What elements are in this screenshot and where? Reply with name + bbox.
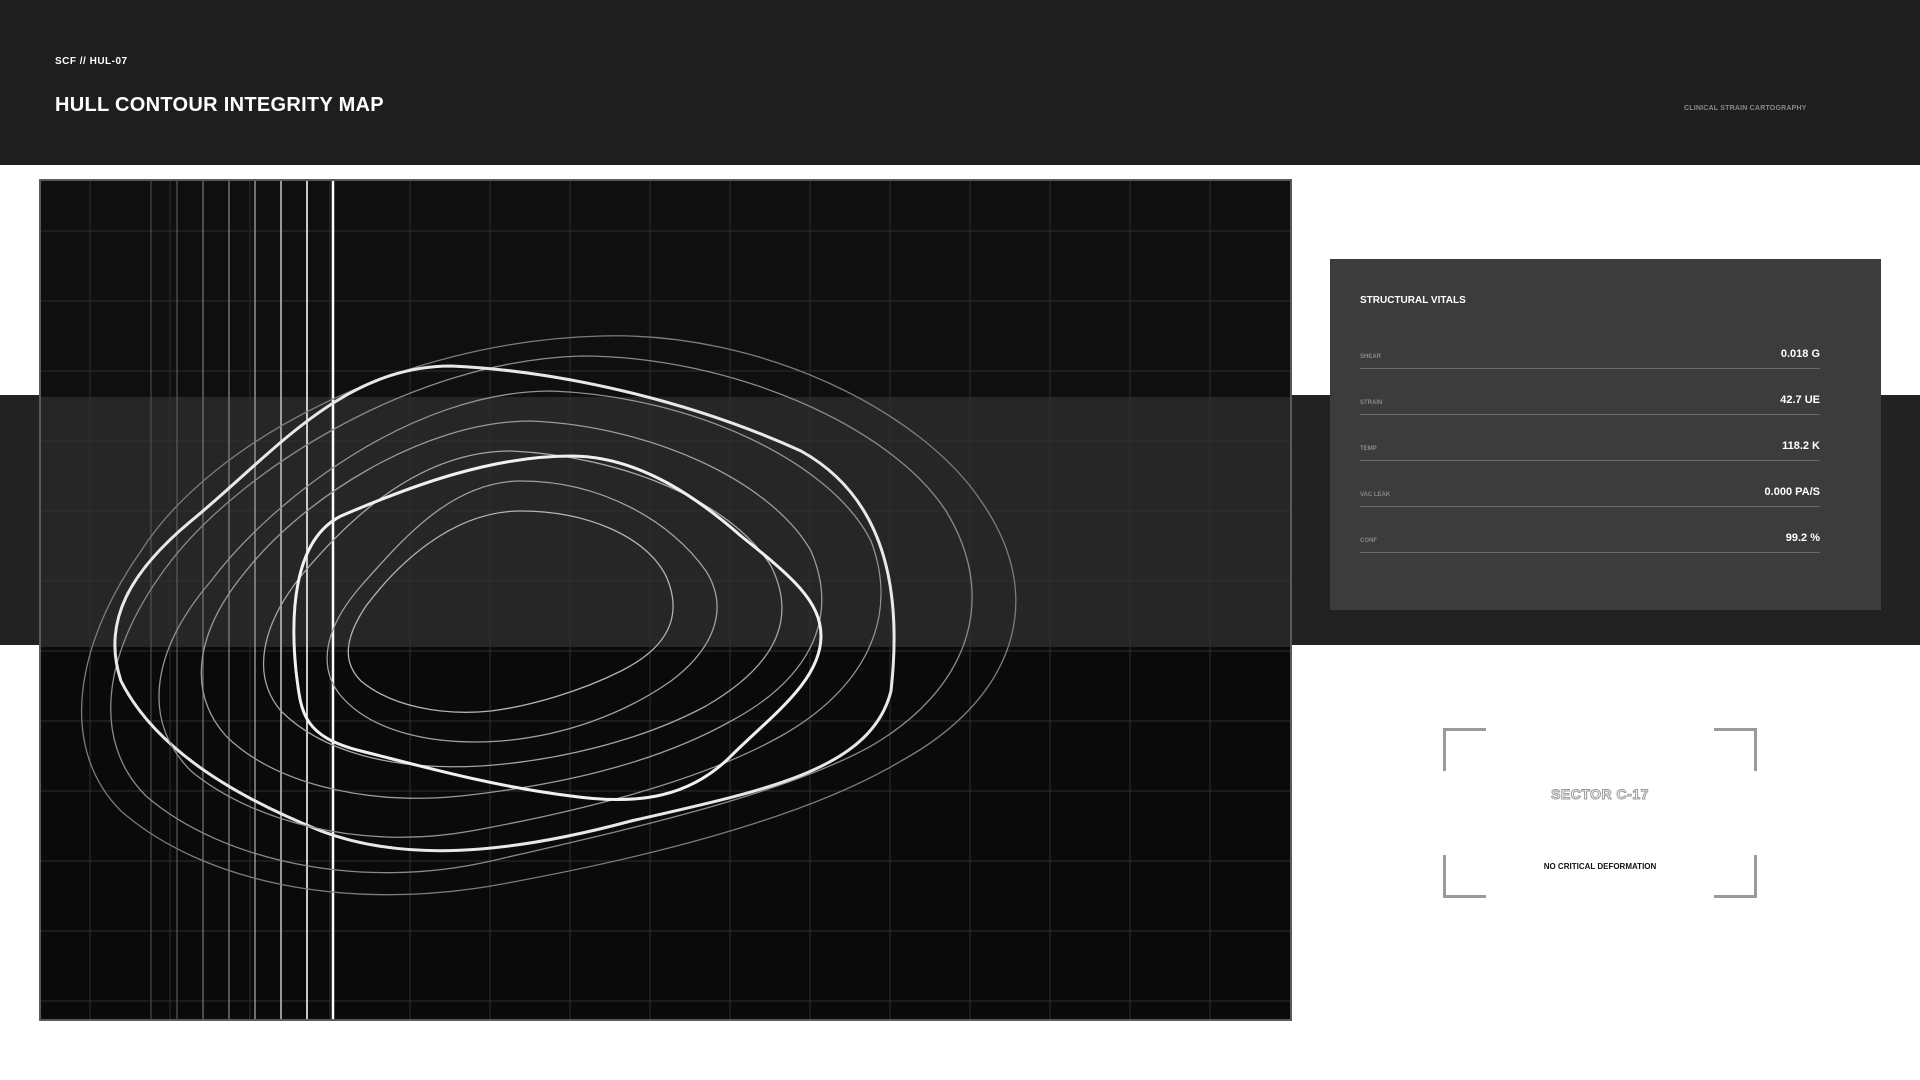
system-code: SCF // HUL-07 [55, 56, 128, 67]
page-title: HULL CONTOUR INTEGRITY MAP [55, 94, 384, 116]
vital-value: 99.2 % [1785, 532, 1820, 544]
header-bar: SCF // HUL-07 HULL CONTOUR INTEGRITY MAP… [0, 0, 1920, 165]
sector-indicator: SECTOR C-17 NO CRITICAL DEFORMATION [1443, 728, 1757, 898]
vital-value: 0.000 PA/S [1764, 486, 1820, 498]
vitals-title: STRUCTURAL VITALS [1360, 295, 1466, 306]
header-tag: CLINICAL STRAIN CARTOGRAPHY [1684, 105, 1807, 112]
vital-label: SHEAR [1360, 354, 1382, 360]
vital-row-temp: TEMP 118.2 K [1360, 432, 1820, 461]
vital-value: 0.018 G [1780, 348, 1820, 360]
vital-label: VAC LEAK [1360, 492, 1391, 498]
structural-vitals-panel: STRUCTURAL VITALS SHEAR 0.018 G STRAIN 4… [1330, 259, 1881, 610]
corner-bracket [1443, 728, 1486, 771]
sector-name: SECTOR C-17 [1551, 786, 1649, 803]
contour-map[interactable] [39, 179, 1292, 1021]
vital-label: STRAIN [1360, 400, 1383, 406]
vital-row-vac-leak: VAC LEAK 0.000 PA/S [1360, 478, 1820, 507]
vital-row-conf: CONF 99.2 % [1360, 524, 1820, 553]
vital-row-strain: STRAIN 42.7 UE [1360, 386, 1820, 415]
sector-status: NO CRITICAL DEFORMATION [1543, 862, 1657, 871]
vital-label: CONF [1360, 538, 1377, 544]
contour-map-canvas [41, 181, 1290, 1019]
vital-row-shear: SHEAR 0.018 G [1360, 340, 1820, 369]
vital-value: 42.7 UE [1780, 394, 1820, 406]
vital-label: TEMP [1360, 446, 1377, 452]
corner-bracket [1714, 728, 1757, 771]
vital-value: 118.2 K [1782, 440, 1820, 452]
